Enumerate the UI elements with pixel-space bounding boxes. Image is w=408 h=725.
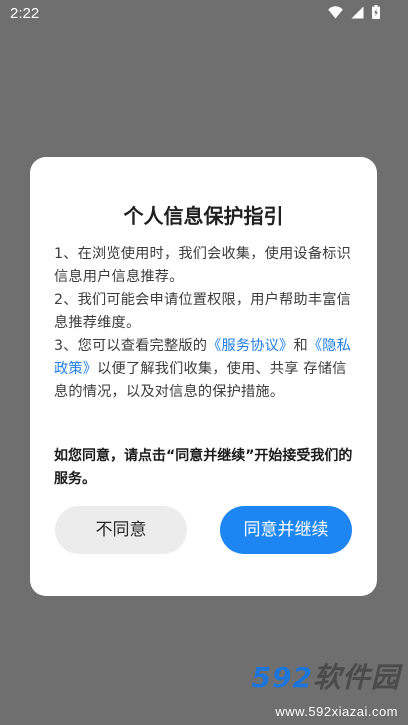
privacy-item-3-suffix: 以便了解我们收集，使用、共享 存储信息的情况，以及对信息的保护措施。 [54,361,347,400]
watermark-url: www.592xiazai.com [275,704,398,719]
status-time: 2:22 [10,5,40,22]
status-bar: 2:22 [0,0,408,28]
watermark-logo: 592软件园 [252,661,400,695]
privacy-item-2: 2、我们可能会申请位置权限，用户帮助丰富信息推荐维度。 [54,292,351,331]
privacy-item-3-prefix: 3、您可以查看完整版的 [54,338,208,354]
battery-icon [372,5,380,19]
privacy-item-1: 1、在浏览使用时，我们会收集，使用设备标识信息用户信息推荐。 [54,246,351,285]
dialog-title: 个人信息保护指引 [123,204,284,228]
privacy-item-3: 3、您可以查看完整版的《服务协议》和《隐私政策》以便了解我们收集，使用、共享 存… [54,335,354,404]
site-watermark: 592软件园 www.592xiazai.com [200,661,400,719]
watermark-brand: 软件园 [312,661,400,694]
privacy-item-3-and: 和 [293,338,308,354]
consent-notice: 如您同意，请点击“同意并继续”开始接受我们的服务。 [54,448,353,487]
watermark-number: 592 [251,661,313,694]
agree-continue-button[interactable]: 同意并继续 [220,506,352,554]
wifi-icon [328,5,343,19]
signal-icon [351,6,364,19]
privacy-dialog: 个人信息保护指引 1、在浏览使用时，我们会收集，使用设备标识信息用户信息推荐。 … [30,157,377,596]
status-icons [328,5,380,19]
dialog-body: 1、在浏览使用时，我们会收集，使用设备标识信息用户信息推荐。 2、我们可能会申请… [54,243,354,404]
disagree-button[interactable]: 不同意 [55,506,187,554]
service-agreement-link[interactable]: 《服务协议》 [207,338,293,354]
